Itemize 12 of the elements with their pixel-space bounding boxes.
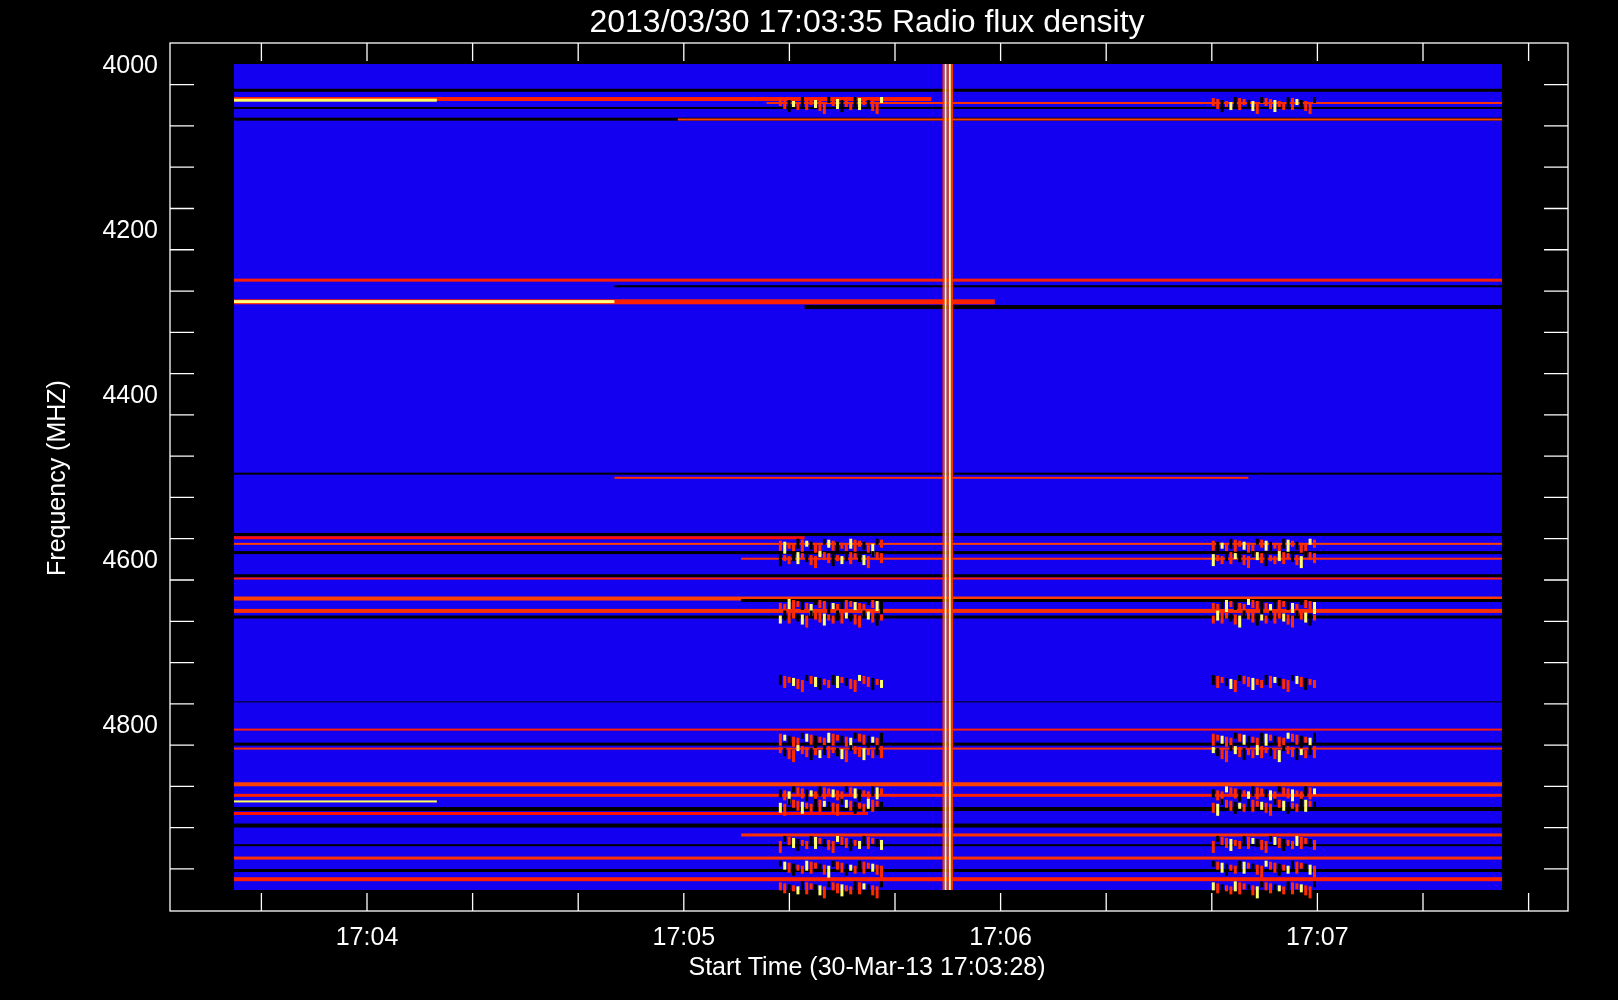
tick-label: 17:05 [652,922,716,950]
tick-label: 17:07 [1286,922,1349,950]
tick-label: 4600 [102,545,158,574]
tick-label: 4800 [102,710,158,739]
tick-label: 4000 [102,50,158,78]
axis-label: Start Time (30-Mar-13 17:03:28) [688,952,1046,980]
axis-label: Frequency (MHZ) [42,380,70,576]
tick-label: 17:04 [335,922,399,950]
tick-label: 17:06 [969,922,1032,950]
plot-title: 2013/03/30 17:03:35 Radio flux density [589,3,1145,39]
tick-label: 4200 [102,215,158,244]
tick-label: 4400 [102,380,158,409]
